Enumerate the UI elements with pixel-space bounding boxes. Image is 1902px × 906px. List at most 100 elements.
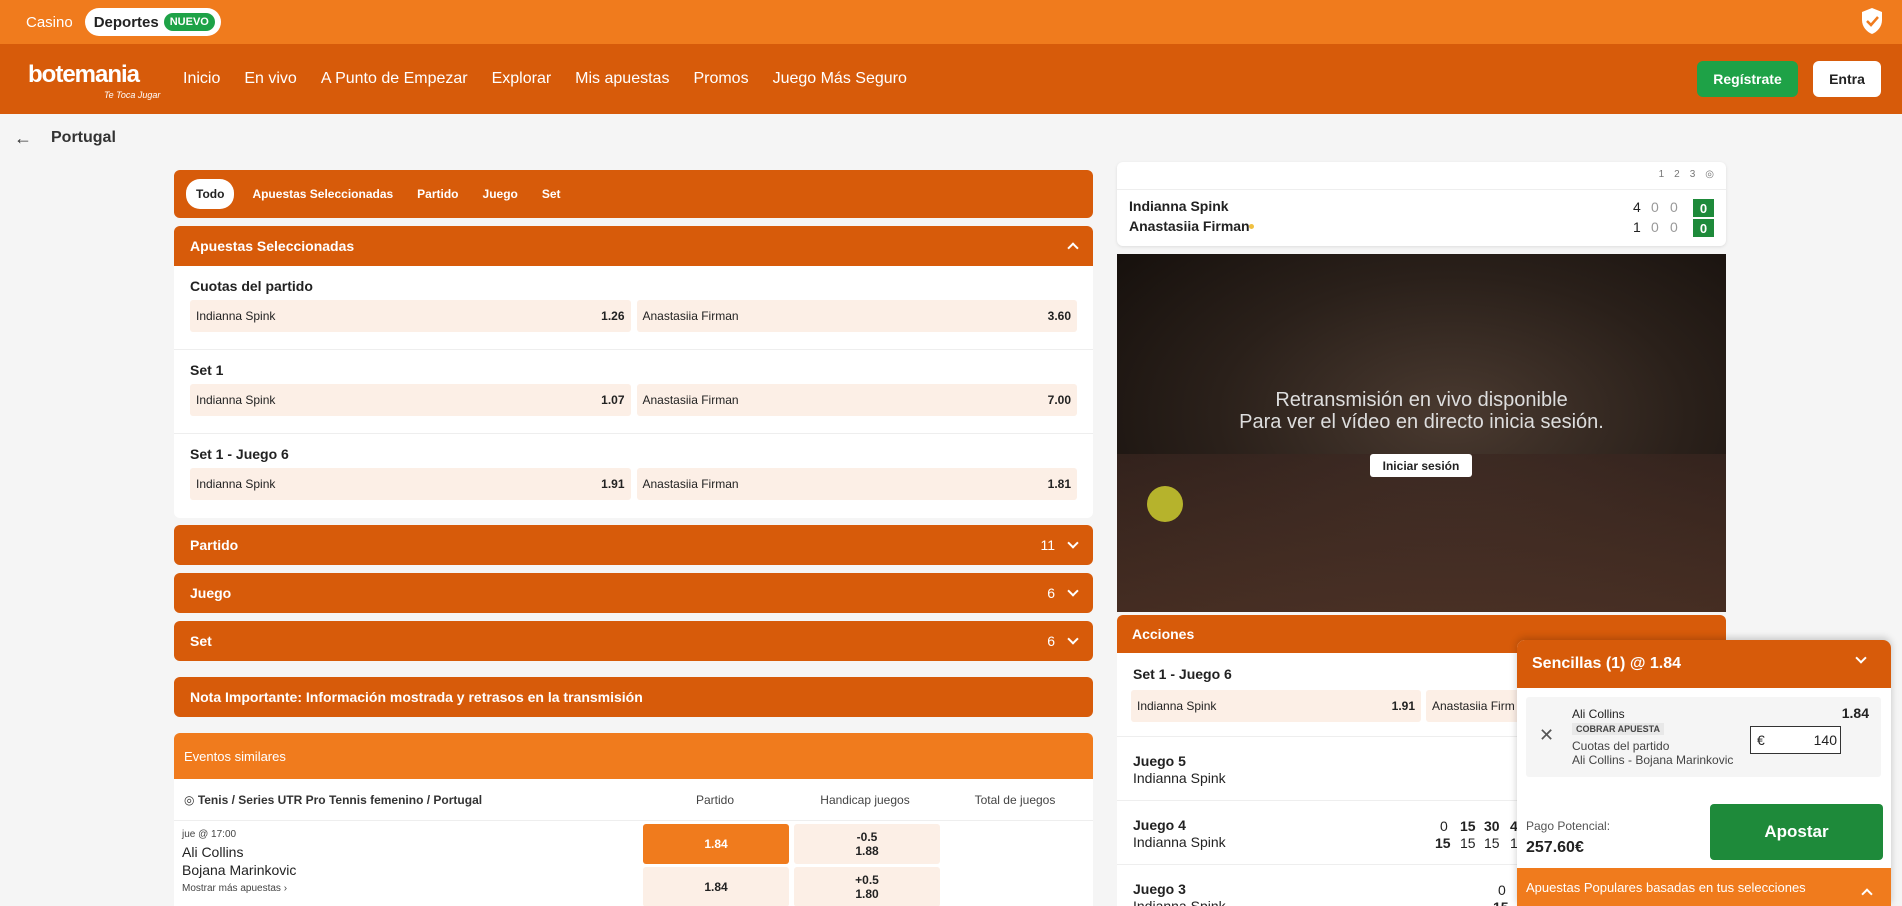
chevron-down-icon[interactable]	[1855, 652, 1867, 664]
page-title: Portugal	[51, 129, 116, 146]
odds-button[interactable]: Anastasiia Firman 3.60	[636, 300, 1077, 332]
nuevo-badge: NUEVO	[163, 13, 215, 31]
popular-bets-bar[interactable]: Apuestas Populares basadas en tus selecc…	[1517, 868, 1891, 906]
game-title: Juego 4	[1133, 817, 1186, 833]
nav-explorar[interactable]: Explorar	[492, 70, 552, 88]
nav-juego-seguro[interactable]: Juego Más Seguro	[773, 70, 907, 88]
stream-line-2: Para ver el vídeo en directo inicia sesi…	[1239, 411, 1604, 433]
odd-value: 1.80	[855, 887, 879, 901]
odd-player: Indianna Spink	[1137, 699, 1217, 713]
tab-partido[interactable]: Partido	[417, 187, 458, 201]
close-icon[interactable]: ✕	[1539, 725, 1554, 746]
odds-button[interactable]: 1.84	[643, 867, 789, 906]
odd-value: 1.84	[704, 880, 728, 894]
deportes-toggle[interactable]: Deportes NUEVO	[84, 8, 221, 36]
odds-button[interactable]: Indianna Spink 1.91	[190, 468, 631, 500]
nav-mis-apuestas[interactable]: Mis apuestas	[575, 70, 669, 88]
nota-importante[interactable]: Nota Importante: Información mostrada y …	[174, 677, 1093, 717]
stream-login-button[interactable]: Iniciar sesión	[1370, 454, 1472, 477]
odd-value: 3.60	[1047, 309, 1071, 323]
odd-player: Anastasiia Firman	[642, 309, 739, 323]
game-points: 0	[1693, 199, 1714, 217]
login-button[interactable]: Entra	[1813, 61, 1881, 97]
section-set[interactable]: Set 6	[174, 621, 1093, 661]
set-header: 3	[1689, 169, 1696, 180]
set-score: 0	[1651, 219, 1659, 235]
chevron-down-icon	[1067, 633, 1079, 645]
odd-value: 1.91	[1391, 699, 1415, 713]
stake-input[interactable]: € 140	[1750, 726, 1841, 754]
logo-text: botemania	[28, 61, 140, 88]
odds-button[interactable]: Anastasiia Firman 1.81	[636, 468, 1077, 500]
selection-name: Ali Collins	[1572, 707, 1625, 721]
tab-juego[interactable]: Juego	[483, 187, 518, 201]
point-score: 0	[1498, 882, 1506, 898]
event-player-2[interactable]: Bojana Marinkovic	[182, 862, 296, 878]
market-title: Cuotas del partido	[190, 278, 313, 294]
popular-bets-text: Apuestas Populares basadas en tus selecc…	[1526, 879, 1806, 895]
nav-a-punto[interactable]: A Punto de Empezar	[321, 70, 468, 88]
odds-button[interactable]: Anastasiia Firman 7.00	[636, 384, 1077, 416]
section-partido[interactable]: Partido 11	[174, 525, 1093, 565]
casino-link[interactable]: Casino	[26, 14, 73, 31]
similar-events-table: ◎ Tenis / Series UTR Pro Tennis femenino…	[174, 779, 1093, 906]
handicap-line: +0.5	[855, 873, 879, 887]
odds-button[interactable]: Indianna Spink 1.26	[190, 300, 631, 332]
section-title: Set	[190, 633, 212, 649]
logo-tagline: Te Toca Jugar	[104, 90, 161, 100]
odd-value: 1.26	[601, 309, 625, 323]
court-image	[1117, 454, 1726, 612]
section-count: 6	[1047, 585, 1055, 601]
register-button[interactable]: Regístrate	[1697, 61, 1798, 97]
stake-value: 140	[1813, 732, 1837, 748]
breadcrumb: ◎ Tenis / Series UTR Pro Tennis femenino…	[174, 793, 640, 807]
game-title: Juego 3	[1133, 881, 1186, 897]
stream-message: Retransmisión en vivo disponible Para ve…	[1117, 389, 1726, 433]
nav-en-vivo[interactable]: En vivo	[244, 70, 296, 88]
deportes-label: Deportes	[93, 13, 159, 31]
section-apuestas-seleccionadas[interactable]: Apuestas Seleccionadas	[174, 226, 1093, 266]
section-count: 11	[1040, 537, 1055, 553]
handicap-line: -0.5	[856, 830, 878, 844]
market-block: Cuotas del partido Indianna Spink 1.26 An…	[174, 266, 1093, 350]
market-title: Set 1 - Juego 6	[190, 446, 289, 462]
odd-value: 7.00	[1047, 393, 1071, 407]
show-more-link[interactable]: Mostrar más apuestas ›	[182, 883, 287, 894]
game-title: Juego 5	[1133, 753, 1186, 769]
odd-value: 1.07	[601, 393, 625, 407]
nav-promos[interactable]: Promos	[693, 70, 748, 88]
set-score: 0	[1670, 199, 1678, 215]
serving-indicator-icon	[1249, 224, 1254, 229]
odd-value: 1.88	[855, 844, 879, 858]
logo[interactable]: botemania Te Toca Jugar	[28, 57, 160, 101]
nav-inicio[interactable]: Inicio	[183, 70, 220, 88]
tab-todo[interactable]: Todo	[186, 179, 235, 209]
back-arrow-icon[interactable]: ←	[14, 128, 32, 149]
handicap-odds-button[interactable]: -0.5 1.88	[794, 824, 940, 864]
point-score: 15	[1435, 835, 1451, 851]
handicap-odds-button[interactable]: +0.5 1.80	[794, 867, 940, 906]
section-title: Partido	[190, 537, 239, 553]
odds-button[interactable]: Indianna Spink 1.91	[1131, 690, 1421, 722]
scoreboard: 1 2 3 ◎ Indianna Spink Anastasiia Firman…	[1117, 162, 1726, 246]
odds-button[interactable]: Indianna Spink 1.07	[190, 384, 631, 416]
table-row: jue @ 17:00 Ali Collins Bojana Marinkovi…	[174, 821, 1093, 906]
event-player-1[interactable]: Ali Collins	[182, 844, 243, 860]
section-juego[interactable]: Juego 6	[174, 573, 1093, 613]
section-title: Juego	[190, 585, 232, 601]
tennis-ball-icon: ◎	[1705, 169, 1714, 180]
tab-apuestas-seleccionadas[interactable]: Apuestas Seleccionadas	[252, 187, 393, 201]
point-score: 15	[1484, 835, 1500, 851]
odd-player: Indianna Spink	[196, 309, 276, 323]
place-bet-button[interactable]: Apostar	[1710, 804, 1883, 860]
set-header: 2	[1674, 169, 1680, 180]
shield-icon[interactable]	[1860, 7, 1884, 35]
currency-symbol: €	[1757, 732, 1765, 748]
top-bar: Casino Deportes NUEVO	[0, 0, 1902, 44]
cashout-badge: COBRAR APUESTA	[1572, 723, 1665, 735]
market-title: Set 1	[190, 362, 224, 378]
odds-button-selected[interactable]: 1.84	[643, 824, 789, 864]
tab-set[interactable]: Set	[542, 187, 561, 201]
selection-odds: 1.84	[1841, 705, 1869, 721]
betslip-header[interactable]: Sencillas (1) @ 1.84	[1517, 640, 1891, 688]
